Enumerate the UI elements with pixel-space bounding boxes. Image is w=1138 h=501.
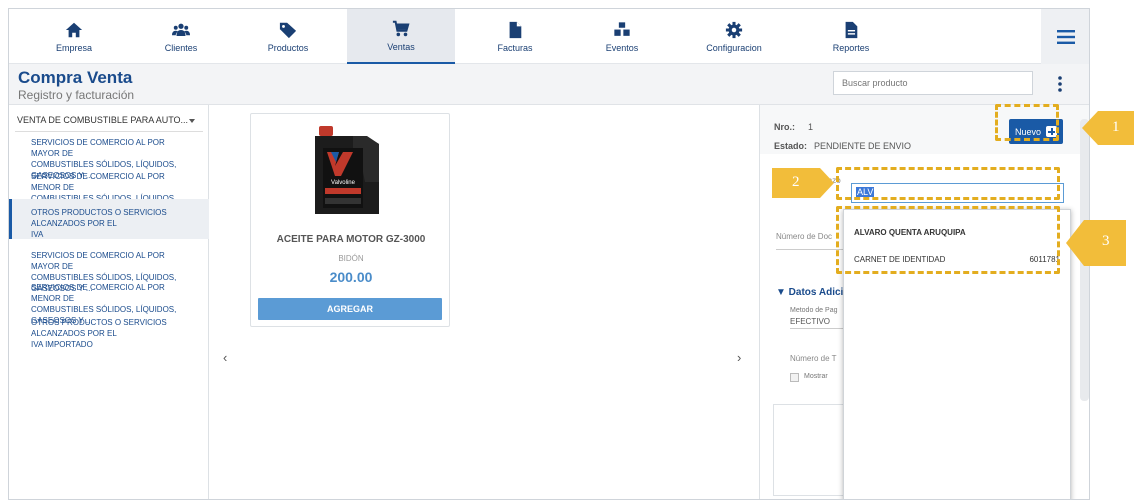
tag-icon xyxy=(279,22,297,38)
cart-icon xyxy=(392,20,410,36)
payment-method-label: Metodo de Pag xyxy=(790,307,838,314)
callout-arrow-icon xyxy=(1082,111,1134,145)
product-card[interactable]: Valvoline ACEITE PARA MOTOR GZ-3000 BIDÓ… xyxy=(250,113,450,327)
chevron-down-icon xyxy=(189,119,195,123)
sidebar-item-active[interactable]: OTROS PRODUCTOS O SERVICIOS ALCANZADOS P… xyxy=(9,199,209,239)
callout-number: 3 xyxy=(1102,233,1110,249)
nav-empresa[interactable]: Empresa xyxy=(39,9,109,64)
sidebar-item-line: SERVICIOS DE COMERCIO AL POR MAYOR DE xyxy=(31,138,165,158)
next-page-arrow[interactable]: › xyxy=(737,350,741,365)
page-subtitle: Registro y facturación xyxy=(18,88,135,102)
documento-field[interactable] xyxy=(776,249,846,250)
hamburger-menu-button[interactable] xyxy=(1041,9,1089,64)
product-price: 200.00 xyxy=(329,269,373,285)
autocomplete-dropdown: ALVARO QUENTA ARUQUIPA CARNET DE IDENTID… xyxy=(843,209,1071,499)
new-order-button[interactable]: Nuevo xyxy=(1009,119,1063,144)
card-number-label: Número de T xyxy=(790,354,837,363)
nav-label: Ventas xyxy=(387,41,415,52)
callout-number: 2 xyxy=(792,174,800,190)
brand-text: Valvoline xyxy=(331,180,356,186)
show-checkbox[interactable] xyxy=(790,373,799,382)
nav-label: Reportes xyxy=(832,42,870,53)
suggestion-doc-number[interactable]: 6011781 xyxy=(1029,255,1060,264)
more-options-icon[interactable] xyxy=(1055,74,1065,94)
order-status-value: PENDIENTE DE ENVIO xyxy=(814,141,912,151)
callout-3: 3 xyxy=(1066,218,1126,268)
nav-eventos[interactable]: Eventos xyxy=(587,9,657,64)
home-icon xyxy=(65,22,83,37)
sidebar-item-line: OTROS PRODUCTOS O SERVICIOS ALCANZADOS P… xyxy=(31,208,167,228)
order-number-label: Nro.: xyxy=(774,122,795,132)
callout-arrow-icon xyxy=(772,168,834,198)
category-sidebar: VENTA DE COMBUSTIBLE PARA AUTO... SERVIC… xyxy=(9,105,209,499)
sidebar-item-line: IVA IMPORTADO xyxy=(31,340,93,349)
menu-icon xyxy=(1057,29,1075,44)
additional-data-section-title[interactable]: ▼ Datos Adici xyxy=(776,287,843,298)
page-title: Compra Venta xyxy=(18,68,133,87)
nav-label: Empresa xyxy=(55,42,92,53)
payment-method-underline xyxy=(790,328,845,329)
show-checkbox-label: Mostrar xyxy=(804,373,828,380)
category-select[interactable]: VENTA DE COMBUSTIBLE PARA AUTO... xyxy=(9,111,209,131)
nav-label: Eventos xyxy=(605,42,639,53)
top-navigation: Empresa Clientes Productos Ventas Factur… xyxy=(9,9,1089,64)
report-icon xyxy=(845,21,858,38)
product-unit: BIDÓN xyxy=(338,254,364,263)
nav-label: Clientes xyxy=(164,42,198,53)
typed-text: ALV xyxy=(856,187,875,197)
divider xyxy=(15,131,203,132)
nav-label: Facturas xyxy=(497,42,533,53)
file-icon xyxy=(509,21,522,38)
nav-ventas[interactable]: Ventas xyxy=(347,9,455,64)
nav-clientes[interactable]: Clientes xyxy=(146,9,216,64)
suggestion-doc-type[interactable]: CARNET DE IDENTIDAD xyxy=(854,255,945,264)
order-number-value: 1 xyxy=(808,122,814,132)
nav-configuracion[interactable]: Configuracion xyxy=(694,9,774,64)
nav-reportes[interactable]: Reportes xyxy=(816,9,886,64)
nav-productos[interactable]: Productos xyxy=(253,9,323,64)
product-search-input[interactable] xyxy=(833,71,1033,95)
nav-facturas[interactable]: Facturas xyxy=(480,9,550,64)
sidebar-item-line: IVA xyxy=(31,230,44,239)
callout-1: 1 xyxy=(1082,110,1134,146)
app-window: Empresa Clientes Productos Ventas Factur… xyxy=(8,8,1090,500)
callout-2: 2 xyxy=(772,168,834,198)
order-status-label: Estado: xyxy=(774,141,808,151)
sidebar-item[interactable]: OTROS PRODUCTOS O SERVICIOS ALCANZADOS P… xyxy=(9,317,209,350)
users-icon xyxy=(172,23,190,36)
payment-method-value[interactable]: EFECTIVO xyxy=(790,317,830,326)
oil-bottle-image: Valvoline xyxy=(315,126,379,214)
add-product-button[interactable]: AGREGAR xyxy=(258,298,442,320)
sidebar-item-line: OTROS PRODUCTOS O SERVICIOS ALCANZADOS P… xyxy=(31,318,167,338)
nav-label: Productos xyxy=(267,42,309,53)
sidebar-item-line: SERVICIOS DE COMERCIO AL POR MENOR DE xyxy=(31,283,165,303)
documento-label: Número de Doc xyxy=(776,232,833,241)
gear-icon xyxy=(725,21,743,38)
sidebar-item-line: SERVICIOS DE COMERCIO AL POR MENOR DE xyxy=(31,172,165,192)
nav-label: Configuracion xyxy=(706,42,762,53)
sidebar-item-line: SERVICIOS DE COMERCIO AL POR MAYOR DE xyxy=(31,251,165,271)
product-name: ACEITE PARA MOTOR GZ-3000 xyxy=(276,234,426,245)
previous-page-arrow[interactable]: ‹ xyxy=(223,350,227,365)
callout-number: 1 xyxy=(1112,119,1120,135)
callout-arrow-icon xyxy=(1066,220,1126,266)
page-header: Compra Venta Registro y facturación xyxy=(9,64,1089,105)
category-select-value: VENTA DE COMBUSTIBLE PARA AUTO... xyxy=(17,115,189,125)
suggestion-name[interactable]: ALVARO QUENTA ARUQUIPA xyxy=(854,228,966,237)
new-order-label: Nuevo xyxy=(1014,126,1041,137)
razon-social-input[interactable]: ALV xyxy=(851,183,1064,203)
plus-square-icon xyxy=(1046,126,1057,137)
cubes-icon xyxy=(613,20,631,37)
